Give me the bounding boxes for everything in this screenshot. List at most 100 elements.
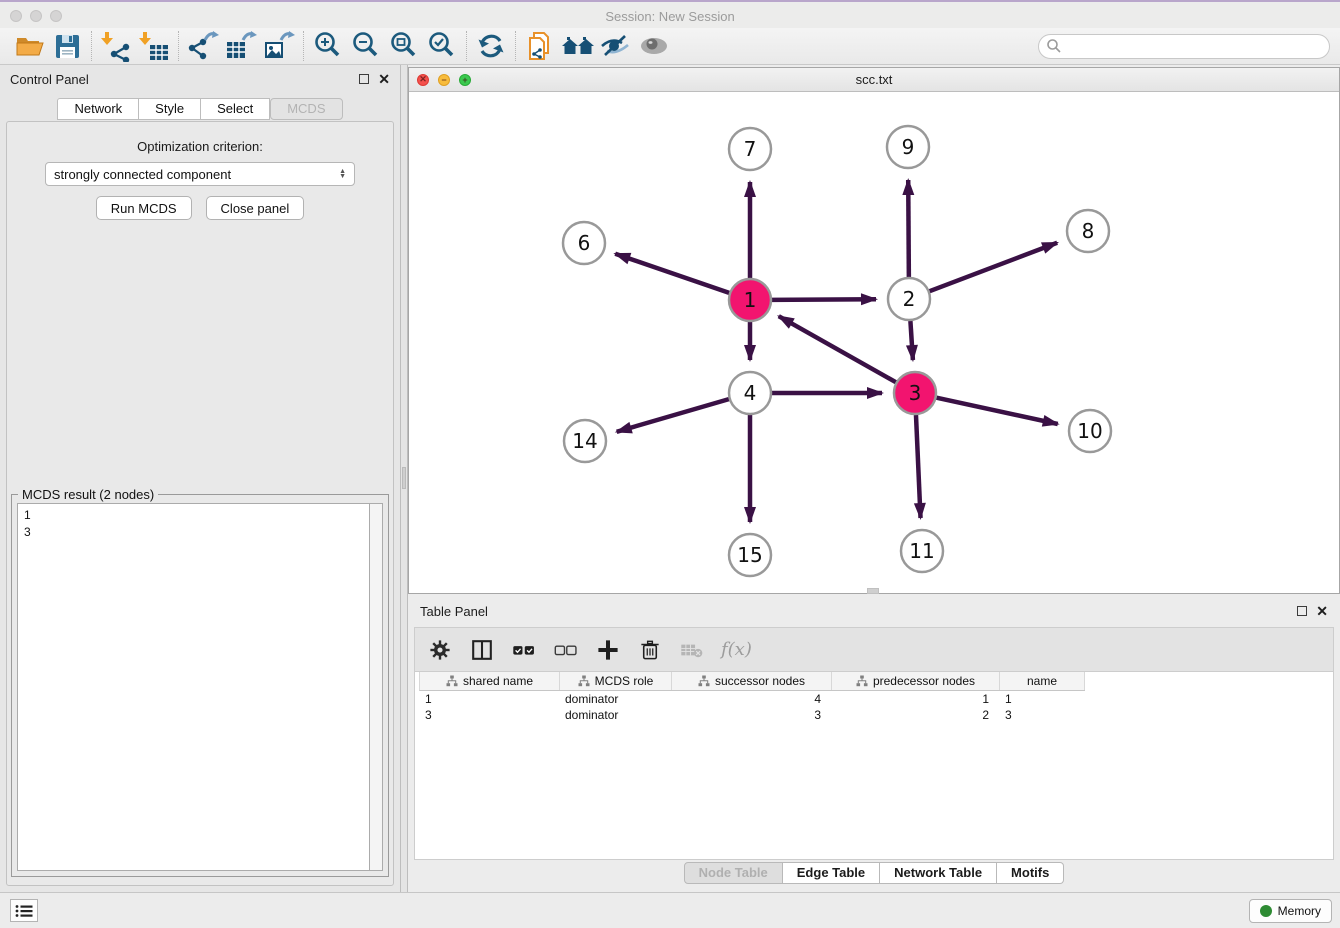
tab-network-table[interactable]: Network Table <box>880 862 997 884</box>
search-input[interactable] <box>1038 34 1330 59</box>
table-tabs: Node Table Edge Table Network Table Moti… <box>408 862 1340 884</box>
graph-edge-2-3[interactable] <box>910 321 912 360</box>
graph-node-label-3: 3 <box>909 381 922 405</box>
cell-successor-nodes[interactable]: 4 <box>671 691 831 707</box>
show-all-icon[interactable] <box>635 30 673 62</box>
cell-predecessor-nodes[interactable]: 1 <box>831 691 999 707</box>
criterion-select[interactable]: strongly connected component ▲▼ <box>45 162 355 186</box>
settings-gear-icon[interactable] <box>427 636 453 664</box>
table-row[interactable]: 3 dominator 3 2 3 <box>419 707 1085 723</box>
open-session-icon[interactable] <box>10 30 48 62</box>
cell-mcds-role[interactable]: dominator <box>559 691 671 707</box>
panel-splitter[interactable] <box>400 65 408 892</box>
graph-node-label-15: 15 <box>737 543 762 567</box>
new-network-from-selection-icon[interactable] <box>521 30 559 62</box>
column-header-mcds-role[interactable]: MCDS role <box>560 672 672 690</box>
select-all-columns-icon[interactable] <box>511 636 537 664</box>
window-title: Session: New Session <box>0 9 1340 24</box>
save-session-icon[interactable] <box>48 30 86 62</box>
graph-edge-3-10[interactable] <box>936 398 1057 424</box>
cell-name[interactable]: 1 <box>999 691 1084 707</box>
cell-mcds-role[interactable]: dominator <box>559 707 671 723</box>
main-toolbar <box>0 28 1340 65</box>
control-panel-tabs: Network Style Select MCDS <box>0 98 400 120</box>
graph-edge-1-2[interactable] <box>772 299 876 300</box>
graph-node-label-4: 4 <box>744 381 757 405</box>
export-table-icon[interactable] <box>222 30 260 62</box>
graph-node-label-14: 14 <box>572 429 597 453</box>
close-panel-button[interactable]: Close panel <box>206 196 305 220</box>
export-network-icon[interactable] <box>184 30 222 62</box>
table-row[interactable]: 1 dominator 4 1 1 <box>419 691 1085 707</box>
mcds-tab-content: Optimization criterion: strongly connect… <box>6 121 394 886</box>
cell-successor-nodes[interactable]: 3 <box>671 707 831 723</box>
tab-network[interactable]: Network <box>57 98 139 120</box>
task-history-button[interactable] <box>10 899 38 922</box>
control-panel-title: Control Panel <box>10 72 89 87</box>
column-header-successor-nodes[interactable]: successor nodes <box>672 672 832 690</box>
cell-shared-name[interactable]: 1 <box>419 691 559 707</box>
graph-edge-3-11[interactable] <box>916 415 921 518</box>
tab-style[interactable]: Style <box>139 98 201 120</box>
delete-column-icon[interactable] <box>637 636 663 664</box>
tab-select[interactable]: Select <box>201 98 270 120</box>
split-columns-icon[interactable] <box>469 636 495 664</box>
titlebar: Session: New Session <box>0 4 1340 28</box>
graph-edge-2-8[interactable] <box>930 243 1058 291</box>
tab-node-table[interactable]: Node Table <box>684 862 783 884</box>
cell-name[interactable]: 3 <box>999 707 1084 723</box>
table-header-row: shared name MCDS role successor nodes pr… <box>419 672 1085 691</box>
graph-node-label-8: 8 <box>1082 219 1095 243</box>
search-icon <box>1046 38 1062 59</box>
import-network-icon[interactable] <box>97 30 135 62</box>
float-panel-icon[interactable] <box>359 74 369 84</box>
splitter-handle[interactable] <box>402 467 406 489</box>
float-table-panel-icon[interactable] <box>1297 606 1307 616</box>
import-table-icon[interactable] <box>135 30 173 62</box>
graph-edge-2-9[interactable] <box>908 180 909 277</box>
network-maximize-button[interactable]: + <box>459 74 471 86</box>
column-header-predecessor-nodes[interactable]: predecessor nodes <box>832 672 1000 690</box>
hide-selected-icon[interactable] <box>597 30 635 62</box>
canvas-resize-handle[interactable] <box>867 588 879 594</box>
export-image-icon[interactable] <box>260 30 298 62</box>
table-panel: Table Panel ✕ <box>408 597 1340 892</box>
refresh-layout-icon[interactable] <box>472 30 510 62</box>
optimization-criterion-label: Optimization criterion: <box>7 139 393 154</box>
column-header-name[interactable]: name <box>1000 672 1085 690</box>
graph-edge-3-1[interactable] <box>779 316 896 382</box>
deselect-all-columns-icon[interactable] <box>553 636 579 664</box>
control-panel: Control Panel ✕ Network Style Select MCD… <box>0 65 400 892</box>
criterion-value: strongly connected component <box>54 167 231 182</box>
tab-edge-table[interactable]: Edge Table <box>783 862 880 884</box>
graph-node-label-2: 2 <box>903 287 916 311</box>
mcds-result-scrollbar[interactable] <box>370 503 383 871</box>
network-graph[interactable]: 1234678910111415 <box>409 92 1339 593</box>
zoom-selected-icon[interactable] <box>423 30 461 62</box>
column-header-shared-name[interactable]: shared name <box>420 672 560 690</box>
zoom-out-icon[interactable] <box>347 30 385 62</box>
tab-motifs[interactable]: Motifs <box>997 862 1064 884</box>
close-table-panel-icon[interactable]: ✕ <box>1316 606 1328 616</box>
tab-mcds[interactable]: MCDS <box>270 98 342 120</box>
zoom-fit-icon[interactable] <box>385 30 423 62</box>
network-minimize-button[interactable]: − <box>438 74 450 86</box>
add-column-icon[interactable] <box>595 636 621 664</box>
cell-predecessor-nodes[interactable]: 2 <box>831 707 999 723</box>
memory-status-icon <box>1260 905 1272 917</box>
node-table: shared name MCDS role successor nodes pr… <box>414 672 1334 860</box>
select-stepper-icon: ▲▼ <box>339 169 346 179</box>
graph-edge-4-14[interactable] <box>617 399 729 432</box>
network-window-titlebar[interactable]: ✕ − + scc.txt <box>409 68 1339 92</box>
tree-icon <box>578 675 590 687</box>
close-panel-icon[interactable]: ✕ <box>378 74 390 84</box>
run-mcds-button[interactable]: Run MCDS <box>96 196 192 220</box>
graph-node-label-11: 11 <box>909 539 934 563</box>
zoom-in-icon[interactable] <box>309 30 347 62</box>
network-canvas[interactable]: 1234678910111415 <box>409 92 1339 593</box>
network-close-button[interactable]: ✕ <box>417 74 429 86</box>
cell-shared-name[interactable]: 3 <box>419 707 559 723</box>
first-neighbors-icon[interactable] <box>559 30 597 62</box>
graph-edge-1-6[interactable] <box>615 254 729 293</box>
memory-button[interactable]: Memory <box>1249 899 1332 923</box>
